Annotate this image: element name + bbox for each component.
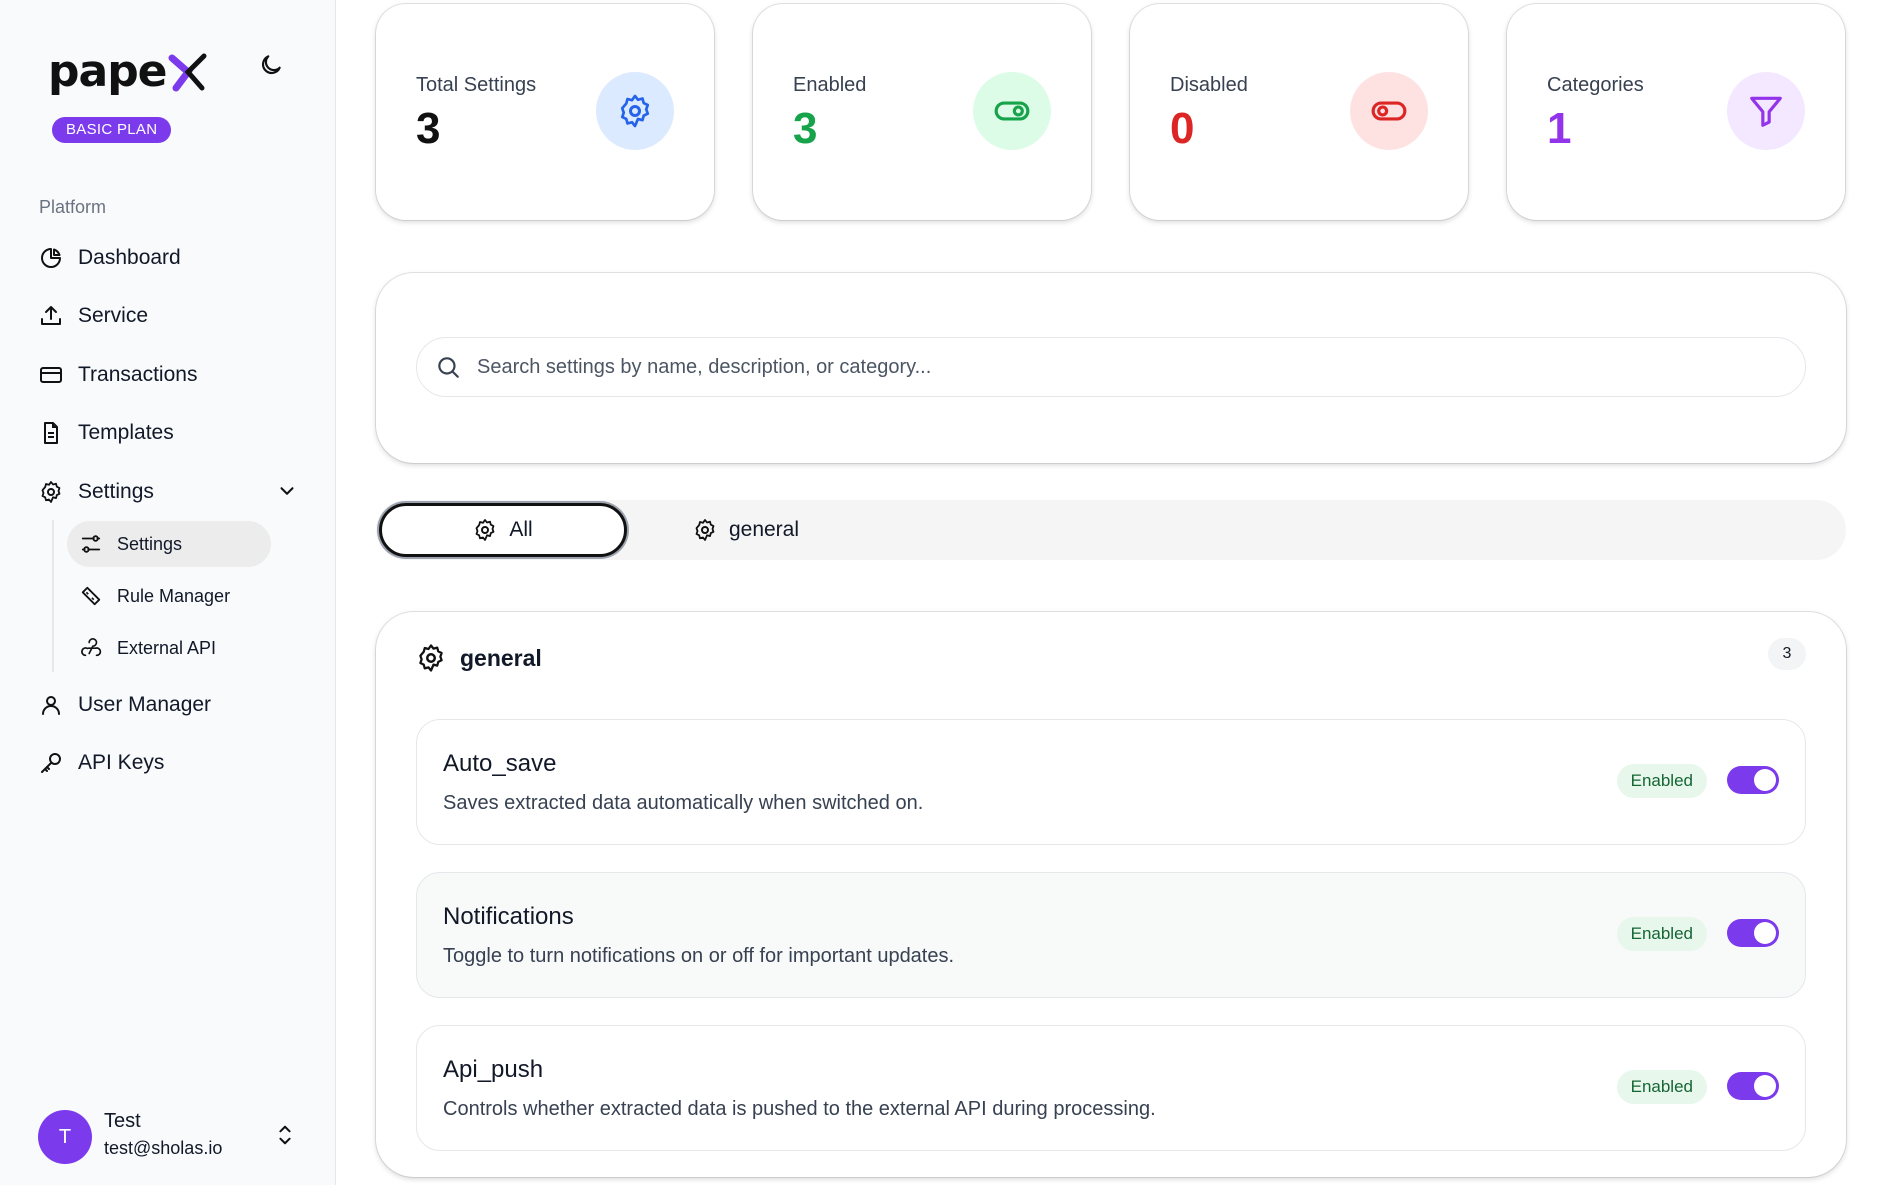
sidebar-subitem-settings[interactable]: Settings bbox=[67, 521, 271, 567]
credit-card-icon bbox=[38, 362, 64, 388]
chevron-down-icon[interactable] bbox=[276, 480, 298, 502]
theme-toggle-button[interactable] bbox=[256, 50, 286, 80]
stat-card-enabled: Enabled 3 bbox=[753, 4, 1091, 220]
stat-value: 1 bbox=[1547, 104, 1572, 153]
sidebar-item-label: Transactions bbox=[78, 363, 198, 386]
stat-label: Enabled bbox=[793, 74, 867, 96]
pie-chart-icon bbox=[38, 245, 64, 271]
toggle-off-icon bbox=[1350, 72, 1428, 150]
setting-description: Saves extracted data automatically when … bbox=[443, 792, 924, 814]
sidebar-subitem-external-api[interactable]: External API bbox=[67, 625, 271, 671]
gear-icon bbox=[38, 479, 64, 505]
tab-all[interactable]: All bbox=[379, 503, 627, 557]
gear-icon bbox=[416, 643, 446, 673]
toggle-knob bbox=[1754, 769, 1776, 791]
search-icon bbox=[435, 354, 461, 380]
brand-name: pape bbox=[48, 46, 168, 97]
plan-badge: BASIC PLAN bbox=[52, 117, 172, 143]
setting-row-notifications: Notifications Toggle to turn notificatio… bbox=[416, 872, 1806, 998]
setting-toggle[interactable] bbox=[1727, 766, 1779, 794]
toggle-on-icon bbox=[973, 72, 1051, 150]
avatar: T bbox=[38, 1110, 92, 1164]
stat-label: Total Settings bbox=[416, 74, 537, 96]
group-count-badge: 3 bbox=[1768, 638, 1806, 670]
stat-card-disabled: Disabled 0 bbox=[1130, 4, 1468, 220]
sidebar-item-transactions[interactable]: Transactions bbox=[38, 353, 308, 397]
group-title: general bbox=[460, 644, 542, 671]
moon-icon bbox=[261, 55, 281, 75]
stat-label: Categories bbox=[1547, 74, 1644, 96]
gear-icon bbox=[473, 518, 497, 542]
sidebar-item-service[interactable]: Service bbox=[38, 294, 308, 338]
status-badge: Enabled bbox=[1616, 1070, 1707, 1104]
sidebar-item-label: Templates bbox=[78, 421, 174, 444]
document-icon bbox=[38, 420, 64, 446]
setting-row-auto-save: Auto_save Saves extracted data automatic… bbox=[416, 719, 1806, 845]
sidebar-subitem-label: Settings bbox=[117, 533, 183, 554]
sidebar-item-settings[interactable]: Settings bbox=[38, 470, 308, 514]
section-label-platform: Platform bbox=[39, 197, 107, 217]
submenu-divider bbox=[52, 520, 54, 672]
user-menu[interactable]: T Test test@sholas.io bbox=[38, 1108, 308, 1164]
stat-value: 0 bbox=[1170, 104, 1195, 153]
ruler-icon bbox=[79, 584, 103, 608]
setting-toggle[interactable] bbox=[1727, 1072, 1779, 1100]
tab-label: All bbox=[509, 518, 533, 541]
settings-group-general: general 3 Auto_save Saves extracted data… bbox=[376, 612, 1846, 1177]
sidebar-item-api-keys[interactable]: API Keys bbox=[38, 741, 308, 785]
setting-toggle[interactable] bbox=[1727, 919, 1779, 947]
tab-general[interactable]: general bbox=[676, 503, 816, 557]
category-tabs: All general bbox=[376, 500, 1846, 560]
gear-icon bbox=[693, 518, 717, 542]
sidebar-subitem-label: External API bbox=[117, 637, 217, 658]
search-box[interactable] bbox=[416, 337, 1806, 397]
sidebar-subitem-label: Rule Manager bbox=[117, 585, 231, 606]
sidebar-subitem-rule-manager[interactable]: Rule Manager bbox=[67, 573, 271, 619]
user-email: test@sholas.io bbox=[104, 1138, 223, 1158]
setting-row-api-push: Api_push Controls whether extracted data… bbox=[416, 1025, 1806, 1151]
main-content: Total Settings 3 Enabled 3 Disabled 0 Ca… bbox=[336, 0, 1887, 1185]
stat-card-total-settings: Total Settings 3 bbox=[376, 4, 714, 220]
setting-description: Controls whether extracted data is pushe… bbox=[443, 1098, 1156, 1120]
sidebar-item-label: Dashboard bbox=[78, 246, 181, 269]
status-badge: Enabled bbox=[1616, 917, 1707, 951]
stat-card-categories: Categories 1 bbox=[1507, 4, 1845, 220]
status-badge: Enabled bbox=[1616, 764, 1707, 798]
tab-label: general bbox=[728, 518, 800, 541]
sidebar-item-label: API Keys bbox=[78, 751, 165, 774]
brand-logo[interactable]: pape bbox=[48, 42, 208, 102]
stat-value: 3 bbox=[416, 104, 441, 153]
sidebar: pape BASIC PLAN Platform Dashboard Servi… bbox=[0, 0, 336, 1185]
sidebar-item-label: Service bbox=[78, 304, 149, 327]
search-card bbox=[376, 273, 1846, 463]
setting-name: Auto_save bbox=[443, 750, 557, 777]
user-name: Test bbox=[104, 1110, 141, 1132]
stat-label: Disabled bbox=[1170, 74, 1248, 96]
group-header: general bbox=[416, 638, 542, 678]
upload-icon bbox=[38, 303, 64, 329]
sidebar-item-user-manager[interactable]: User Manager bbox=[38, 683, 308, 727]
sliders-icon bbox=[79, 532, 103, 556]
stat-value: 3 bbox=[793, 104, 818, 153]
toggle-knob bbox=[1754, 922, 1776, 944]
sidebar-item-templates[interactable]: Templates bbox=[38, 411, 308, 455]
sidebar-item-label: Settings bbox=[78, 480, 154, 503]
sidebar-item-label: User Manager bbox=[78, 693, 212, 716]
chevron-up-down-icon[interactable] bbox=[274, 1122, 296, 1148]
setting-name: Api_push bbox=[443, 1056, 544, 1083]
sidebar-item-dashboard[interactable]: Dashboard bbox=[38, 236, 308, 280]
gear-icon bbox=[596, 72, 674, 150]
filter-icon bbox=[1727, 72, 1805, 150]
key-icon bbox=[38, 750, 64, 776]
toggle-knob bbox=[1754, 1075, 1776, 1097]
webhook-icon bbox=[79, 636, 103, 660]
search-input[interactable] bbox=[477, 355, 1805, 379]
setting-description: Toggle to turn notifications on or off f… bbox=[443, 945, 955, 967]
setting-name: Notifications bbox=[443, 903, 574, 930]
user-icon bbox=[38, 692, 64, 718]
logo-x-icon bbox=[168, 53, 207, 92]
